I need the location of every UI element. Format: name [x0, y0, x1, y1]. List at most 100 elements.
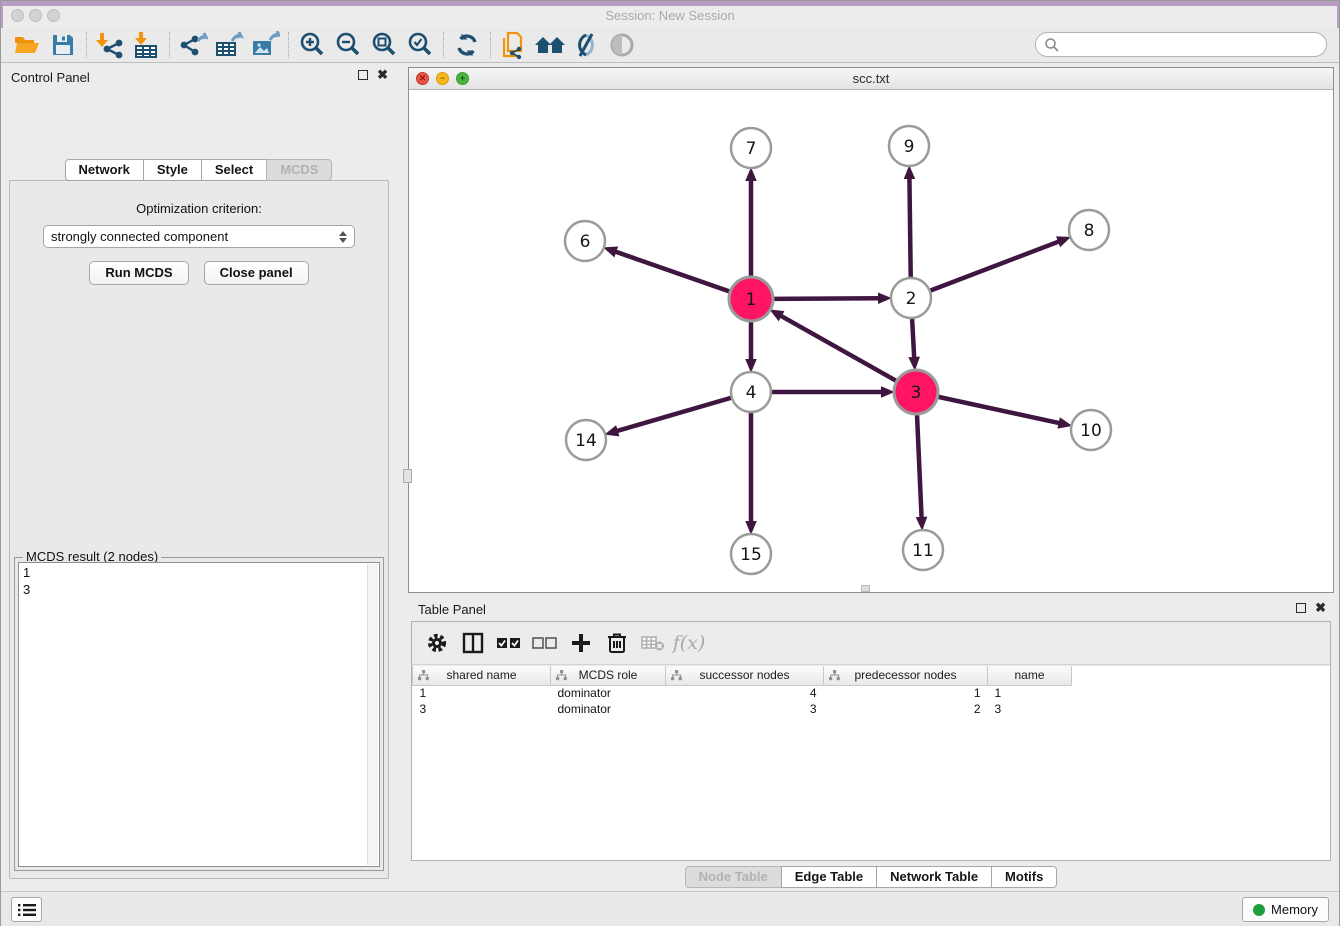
table-panel: Table Panel ✖: [408, 596, 1334, 891]
select-all-icon[interactable]: [494, 628, 524, 658]
search-box: [1035, 32, 1327, 57]
edge-2-9[interactable]: [909, 178, 910, 277]
column-header-predecessor-nodes[interactable]: predecessor nodes: [824, 666, 988, 685]
run-mcds-button[interactable]: Run MCDS: [89, 261, 188, 285]
toolbar-separator: [490, 32, 491, 58]
network-window-titlebar[interactable]: ✕ − + scc.txt: [409, 68, 1333, 90]
tab-edge-table[interactable]: Edge Table: [781, 866, 877, 888]
svg-text:9: 9: [904, 137, 915, 157]
close-table-panel-icon[interactable]: ✖: [1315, 603, 1326, 613]
hierarchy-icon: [829, 670, 840, 681]
window-resize-grip[interactable]: [861, 585, 870, 592]
node-7[interactable]: 7: [731, 128, 771, 168]
node-15[interactable]: 15: [731, 534, 771, 574]
export-table-icon[interactable]: [211, 30, 247, 60]
export-network-icon[interactable]: [175, 30, 211, 60]
zoom-fit-icon[interactable]: [366, 30, 402, 60]
result-scrollbar[interactable]: [367, 564, 378, 865]
criterion-select[interactable]: strongly connected component: [43, 225, 355, 248]
memory-status-icon: [1253, 904, 1265, 916]
control-panel-title: Control Panel: [11, 70, 90, 85]
deselect-all-icon[interactable]: [530, 628, 560, 658]
node-11[interactable]: 11: [903, 530, 943, 570]
table-panel-title: Table Panel: [418, 602, 486, 617]
edge-2-3[interactable]: [912, 319, 914, 358]
network-canvas[interactable]: 1 2 3 4 6 7 8 9 10 11 14 15: [409, 90, 1333, 592]
edge-1-2[interactable]: [774, 298, 879, 299]
edge-1-6[interactable]: [615, 252, 729, 292]
network-document-icon[interactable]: [496, 30, 532, 60]
edge-3-11[interactable]: [917, 415, 922, 518]
node-8[interactable]: 8: [1069, 210, 1109, 250]
import-network-icon[interactable]: [92, 30, 128, 60]
tab-network-table[interactable]: Network Table: [876, 866, 992, 888]
mcds-result-group: MCDS result (2 nodes) 1 3: [14, 557, 384, 871]
close-panel-button[interactable]: Close panel: [204, 261, 309, 285]
node-14[interactable]: 14: [566, 420, 606, 460]
refresh-icon[interactable]: [449, 30, 485, 60]
float-table-panel-icon[interactable]: [1296, 603, 1306, 613]
tab-motifs[interactable]: Motifs: [991, 866, 1057, 888]
divider-grip[interactable]: [403, 469, 412, 483]
status-bar: Memory: [1, 891, 1339, 926]
toolbar-separator: [169, 32, 170, 58]
search-input[interactable]: [1060, 35, 1326, 55]
column-header-MCDS-role[interactable]: MCDS role: [551, 666, 666, 685]
mcds-result-box[interactable]: 1 3: [18, 562, 380, 867]
edge-3-10[interactable]: [938, 397, 1059, 423]
toolbar-separator: [86, 32, 87, 58]
zoom-selected-icon[interactable]: [402, 30, 438, 60]
add-column-icon[interactable]: [566, 628, 596, 658]
zoom-out-icon[interactable]: [330, 30, 366, 60]
save-icon[interactable]: [45, 30, 81, 60]
delete-columns-icon[interactable]: [602, 628, 632, 658]
delete-table-disabled-icon: [638, 628, 668, 658]
function-builder-disabled-icon: f(x): [674, 628, 704, 658]
settings-gear-icon[interactable]: [422, 628, 452, 658]
node-2[interactable]: 2: [891, 278, 931, 318]
edge-2-8[interactable]: [931, 241, 1059, 290]
svg-text:8: 8: [1084, 221, 1095, 241]
tab-network[interactable]: Network: [65, 159, 144, 181]
zoom-in-icon[interactable]: [294, 30, 330, 60]
column-header-shared-name[interactable]: shared name: [413, 666, 551, 685]
svg-text:10: 10: [1080, 421, 1102, 441]
eye-disabled-icon[interactable]: [604, 30, 640, 60]
tab-select[interactable]: Select: [201, 159, 267, 181]
export-image-icon[interactable]: [247, 30, 283, 60]
list-icon: [18, 903, 36, 917]
table-row[interactable]: 3dominator323: [413, 701, 1072, 717]
svg-text:14: 14: [575, 431, 597, 451]
task-list-button[interactable]: [11, 897, 42, 922]
mcds-panel: Optimization criterion: strongly connect…: [9, 180, 389, 879]
edge-3-1[interactable]: [781, 316, 896, 381]
mcds-result-text: 1 3: [23, 564, 363, 866]
node-10[interactable]: 10: [1071, 410, 1111, 450]
node-9[interactable]: 9: [889, 126, 929, 166]
edge-4-14[interactable]: [617, 398, 731, 431]
node-6[interactable]: 6: [565, 221, 605, 261]
float-panel-icon[interactable]: [358, 70, 368, 80]
close-panel-icon[interactable]: ✖: [377, 70, 388, 80]
memory-button[interactable]: Memory: [1242, 897, 1329, 922]
node-4[interactable]: 4: [731, 372, 771, 412]
tab-style[interactable]: Style: [143, 159, 202, 181]
panel-divider[interactable]: [396, 63, 408, 891]
table-toolbar: f(x): [412, 622, 1330, 665]
node-table-grid: shared nameMCDS rolesuccessor nodesprede…: [412, 666, 1072, 717]
eye-slash-icon[interactable]: [568, 30, 604, 60]
node-1[interactable]: 1: [729, 277, 773, 321]
column-header-successor-nodes[interactable]: successor nodes: [666, 666, 824, 685]
open-folder-icon[interactable]: [9, 30, 45, 60]
network-window-title: scc.txt: [409, 71, 1333, 86]
tab-node-table[interactable]: Node Table: [685, 866, 782, 888]
column-header-name[interactable]: name: [988, 666, 1072, 685]
import-table-icon[interactable]: [128, 30, 164, 60]
toolbar-separator: [288, 32, 289, 58]
node-3[interactable]: 3: [894, 370, 938, 414]
tab-mcds[interactable]: MCDS: [266, 159, 332, 181]
show-columns-icon[interactable]: [458, 628, 488, 658]
table-row[interactable]: 1dominator411: [413, 685, 1072, 701]
home-icon[interactable]: [532, 30, 568, 60]
hierarchy-icon: [418, 670, 429, 681]
